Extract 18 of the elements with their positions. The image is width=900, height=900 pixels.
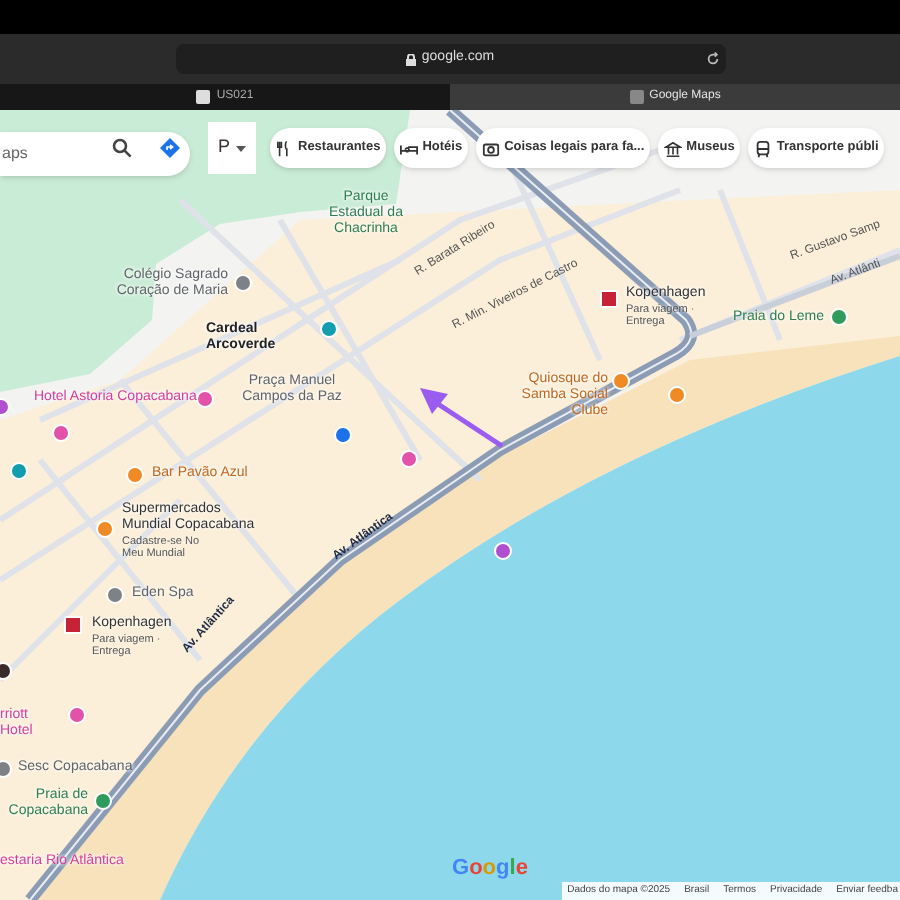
favicon-icon bbox=[196, 90, 211, 104]
google-logo: Google bbox=[452, 856, 528, 880]
bus-icon bbox=[754, 139, 773, 157]
lock-icon bbox=[405, 53, 416, 65]
caret-icon bbox=[236, 145, 246, 151]
layers-button[interactable]: P bbox=[208, 122, 256, 174]
favicon-icon bbox=[629, 90, 644, 104]
camera-icon bbox=[482, 139, 501, 157]
search-icon[interactable] bbox=[112, 138, 132, 158]
search-field[interactable]: aps bbox=[0, 131, 190, 175]
bed-icon bbox=[400, 139, 419, 157]
logo-pin-icon[interactable] bbox=[64, 616, 82, 634]
directions-icon[interactable] bbox=[160, 138, 180, 158]
reload-icon[interactable] bbox=[705, 52, 719, 66]
fork-knife-icon bbox=[276, 139, 294, 157]
logo-pin-icon[interactable] bbox=[600, 290, 618, 308]
route-arrow bbox=[416, 382, 508, 454]
building-icon bbox=[664, 139, 683, 157]
